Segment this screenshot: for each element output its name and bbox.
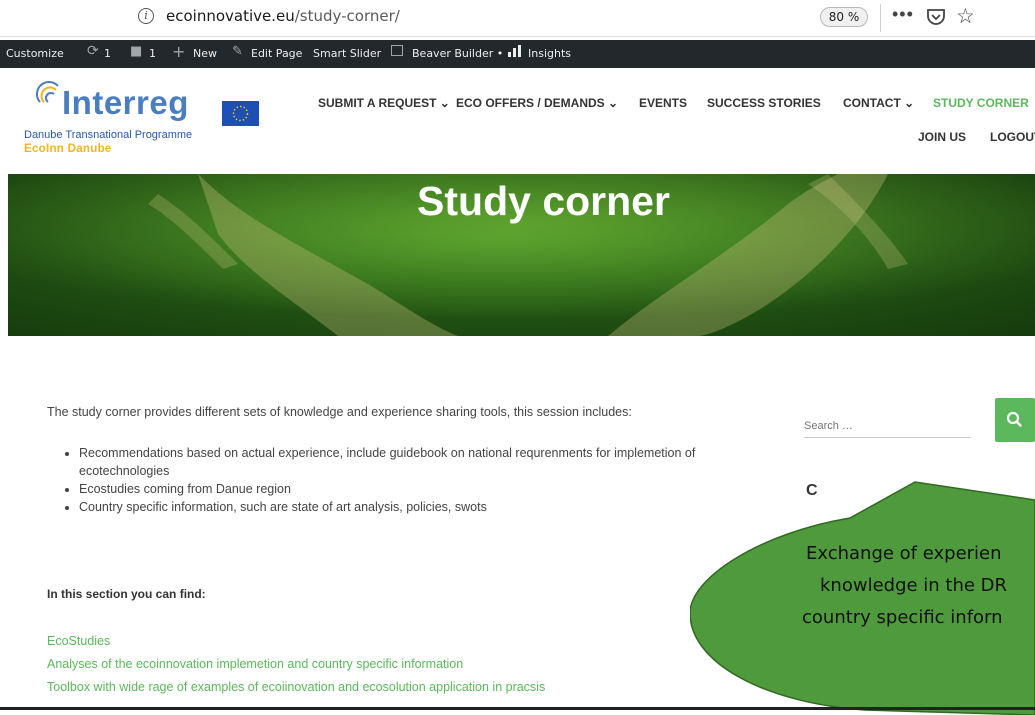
updates-icon[interactable]: ⟳ <box>87 43 99 59</box>
intro-paragraph: The study corner provides different sets… <box>47 405 632 419</box>
beaver-builder-link[interactable]: Beaver Builder • <box>412 47 503 60</box>
callout-line: country specific inforn <box>802 607 1003 628</box>
beaver-builder-icon[interactable] <box>391 45 403 56</box>
search-input[interactable] <box>804 415 971 438</box>
search-icon <box>1006 411 1022 427</box>
url-domain: ecoinnovative.eu <box>166 7 295 25</box>
edit-page-link[interactable]: Edit Page <box>251 47 302 60</box>
toolbar-separator <box>880 4 881 32</box>
new-link[interactable]: New <box>193 47 217 60</box>
nav-success-stories[interactable]: SUCCESS STORIES <box>707 96 821 110</box>
insights-link[interactable]: Insights <box>528 47 571 60</box>
search-button[interactable] <box>995 398 1035 442</box>
nav-join-us[interactable]: JOIN US <box>918 130 966 144</box>
zoom-level-badge[interactable]: 80 % <box>820 7 868 27</box>
nav-study-corner[interactable]: STUDY CORNER <box>933 96 1029 110</box>
nav-contact[interactable]: CONTACT ⌄ <box>843 96 914 110</box>
callout-line: Exchange of experien <box>806 543 1002 564</box>
url-field[interactable]: ecoinnovative.eu/study-corner/ <box>166 7 400 25</box>
list-item: Recommendations based on actual experien… <box>79 444 719 480</box>
eu-flag-icon <box>222 101 259 126</box>
insights-icon[interactable] <box>508 45 522 61</box>
comments-icon[interactable]: ■ <box>130 44 142 59</box>
pocket-icon[interactable] <box>926 8 946 31</box>
updates-count[interactable]: 1 <box>104 47 111 60</box>
edit-pencil-icon[interactable]: ✎ <box>232 44 243 59</box>
customize-link[interactable]: Customize <box>6 47 64 60</box>
logo-brand[interactable]: Interreg <box>62 84 189 122</box>
wp-admin-bar: / Customize ⟳ 1 ■ 1 + New ✎ Edit Page Sm… <box>0 40 1035 68</box>
link-analyses[interactable]: Analyses of the ecoinnovation implemetio… <box>47 657 463 671</box>
link-ecostudies[interactable]: EcoStudies <box>47 634 110 648</box>
section-heading: In this section you can find: <box>47 587 206 601</box>
callout-ellipse <box>690 481 1035 715</box>
callout-line: knowledge in the DR <box>820 575 1008 596</box>
page-title: Study corner <box>417 178 670 224</box>
logo-programme: Danube Transnational Programme <box>24 129 193 141</box>
feature-list: Recommendations based on actual experien… <box>64 444 719 516</box>
more-horizontal-icon[interactable]: ••• <box>892 4 914 25</box>
page-bottom-divider <box>0 707 1035 710</box>
list-item: Country specific information, such are s… <box>79 498 719 516</box>
nav-logout[interactable]: LOGOUT <box>990 130 1035 144</box>
smart-slider-link[interactable]: Smart Slider <box>313 47 381 60</box>
url-path: /study-corner/ <box>294 7 400 25</box>
list-item: Ecostudies coming from Danue region <box>79 480 719 498</box>
site-info-icon[interactable]: i <box>138 8 154 24</box>
interreg-swirl-icon <box>35 80 64 113</box>
nav-submit-request[interactable]: SUBMIT A REQUEST ⌄ <box>318 96 450 110</box>
star-icon[interactable]: ☆ <box>956 4 975 29</box>
plus-icon[interactable]: + <box>172 42 185 61</box>
nav-eco-offers-demands[interactable]: ECO OFFERS / DEMANDS ⌄ <box>456 96 618 110</box>
logo-project: EcoInn Danube <box>24 143 112 155</box>
nav-events[interactable]: EVENTS <box>639 96 687 110</box>
link-toolbox[interactable]: Toolbox with wide rage of examples of ec… <box>47 680 545 694</box>
comments-count[interactable]: 1 <box>149 47 156 60</box>
